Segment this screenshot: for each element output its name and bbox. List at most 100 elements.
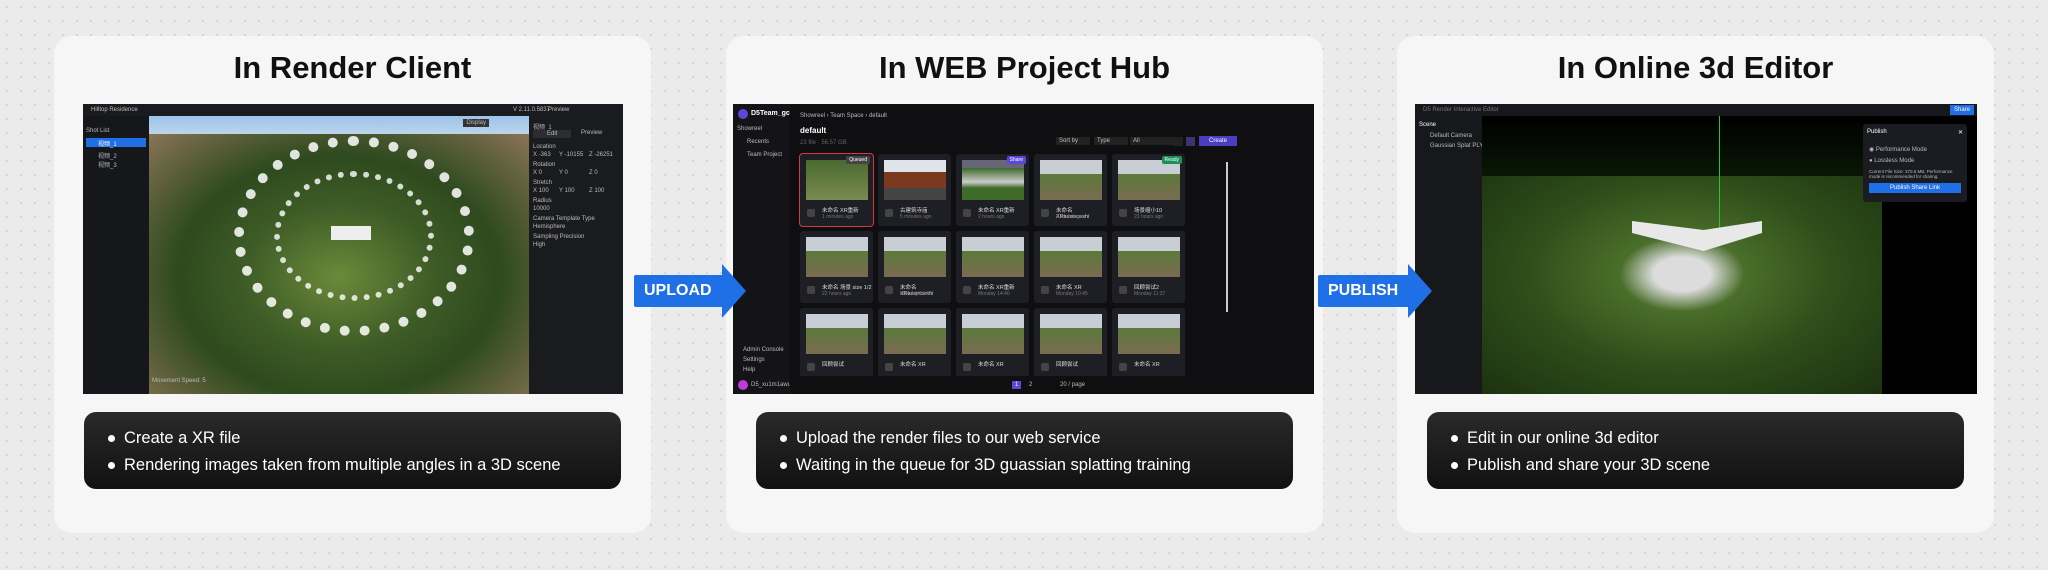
project-card[interactable]: 未命名 XRtuixinceshi 4 hours ago (1034, 154, 1107, 226)
list-view-icon[interactable] (1174, 137, 1183, 146)
card-time: 5 minutes ago (900, 214, 932, 220)
project-icon (1119, 286, 1127, 294)
sidebar-item-team-project[interactable]: Team Project (747, 152, 782, 158)
bullet: Publish and share your 3D scene (1451, 452, 1964, 479)
upload-label: UPLOAD (634, 275, 722, 307)
shot-item[interactable]: 视频_3 (98, 160, 117, 169)
project-card[interactable]: 未命名 XR重新 1 minutes ago Queued (799, 153, 874, 227)
sort-select[interactable]: Sort by (1056, 137, 1091, 145)
status-badge: Share (1006, 156, 1026, 164)
main: Showreel › Team Space › default default … (790, 104, 1314, 394)
bullet: Edit in our online 3d editor (1451, 425, 1964, 452)
bullet: Waiting in the queue for 3D guassian spl… (780, 452, 1293, 479)
project-icon (963, 209, 971, 217)
thumbnail (806, 160, 868, 200)
project-icon (885, 363, 893, 371)
project-card[interactable]: 场景缩小10 23 hours ago Ready (1112, 154, 1185, 226)
close-icon[interactable]: ✕ (1958, 129, 1963, 136)
page-2[interactable]: 2 (1029, 382, 1032, 388)
project-card[interactable]: 未命名 XRtuixinceshi Monday 10:06 (878, 231, 951, 303)
share-button[interactable]: Share (1949, 105, 1974, 115)
radius-input[interactable]: 10000 (533, 206, 550, 212)
card-name: 回顾尝试 (1056, 362, 1079, 368)
shot-item[interactable]: 视频_2 (98, 151, 117, 160)
project-icon (885, 286, 893, 294)
create-button[interactable]: Create (1199, 136, 1238, 146)
page-1[interactable]: 1 (1012, 381, 1022, 389)
thumbnail (806, 237, 868, 277)
panel-web-hub: In WEB Project Hub D5Team_gc... Showreel… (726, 36, 1323, 533)
project-card[interactable]: 未命名 XR (956, 308, 1029, 380)
project-card[interactable]: 未命名 XR重新 2 hours ago Share (956, 154, 1029, 226)
grid-view-icon[interactable] (1186, 137, 1195, 146)
publish-share-link-button[interactable]: Publish Share Link (1869, 183, 1961, 193)
project-icon (1119, 363, 1127, 371)
bullet: Create a XR file (108, 425, 621, 452)
type-select[interactable]: Type (1094, 137, 1129, 145)
card-time: 4 hours ago (1056, 214, 1083, 220)
sidebar-item-recents[interactable]: Recents (747, 139, 769, 145)
project-icon (807, 286, 815, 294)
card-time: 23 hours ago (1134, 214, 1164, 220)
card-name: 未命名 XR重新 (822, 208, 859, 214)
sidebar-item-help[interactable]: Help (743, 367, 755, 373)
caption-box: Create a XR file Rendering images taken … (84, 412, 621, 489)
precision-select[interactable]: High (533, 242, 545, 248)
card-name: 未命名 XR (978, 362, 1004, 368)
display-dropdown[interactable]: Display (463, 119, 489, 127)
publish-label: PUBLISH (1318, 275, 1409, 307)
thumbnail (1040, 160, 1102, 200)
properties-panel: 视频_1 Edit Preview Location X -363 Y -1015… (529, 116, 623, 394)
radio-performance[interactable]: ◉ Performance Mode (1869, 146, 1927, 153)
tab-edit[interactable]: Edit (533, 130, 572, 138)
panel-online-editor: In Online 3d Editor D5 Render Interactiv… (1397, 36, 1994, 533)
page-title: default (800, 126, 827, 135)
project-card[interactable]: 回顾尝试 (800, 308, 873, 380)
project-card[interactable]: 未命名 XR (1112, 308, 1185, 380)
editor-screenshot: D5 Render Interactive Editor Share Scene… (1415, 104, 1977, 394)
project-icon (963, 286, 971, 294)
radio-lossless[interactable]: ● Lossless Mode (1869, 158, 1914, 164)
viewport[interactable]: Display Movement Speed: 5 (149, 116, 529, 394)
thumbnail (1040, 237, 1102, 277)
project-card[interactable]: 古建筑寺庙 5 minutes ago (878, 154, 951, 226)
project-card[interactable]: 未命名 XR重新 Monday 14:40 (956, 231, 1029, 303)
tab-preview[interactable]: Preview (581, 130, 602, 136)
team-name[interactable]: D5Team_gc... (751, 110, 796, 117)
avatar[interactable] (738, 380, 748, 390)
card-time: 2 hours ago (978, 214, 1005, 220)
scene-item-camera[interactable]: Default Camera (1430, 133, 1472, 139)
card-time: Monday 10:06 (900, 291, 932, 297)
web-hub-screenshot: D5Team_gc... Showreel Recents Team Proje… (733, 104, 1314, 394)
filter-select[interactable]: All (1130, 137, 1176, 145)
project-card[interactable]: 未命名 XR (878, 308, 951, 380)
project-card[interactable]: 回顾尝试2 Monday 11:37 (1112, 231, 1185, 303)
card-name: 回顾尝试 (822, 362, 845, 368)
project-card[interactable]: 未命名 场景 size 1/2 22 hours ago (800, 231, 873, 303)
template-select[interactable]: Hemisphere (533, 224, 565, 230)
project-icon (1041, 286, 1049, 294)
caption-box: Upload the render files to our web servi… (756, 412, 1293, 489)
preview-button[interactable]: Preview (548, 107, 569, 113)
thumbnail (962, 237, 1024, 277)
shot-item[interactable]: 视频_1 (86, 138, 146, 148)
thumbnail (884, 160, 946, 200)
scrollbar[interactable] (1226, 162, 1228, 312)
file-size-note: Current File Size: 370.5 MB, Performance… (1869, 169, 1953, 179)
publish-arrow: PUBLISH (1318, 264, 1433, 318)
breadcrumb[interactable]: Showreel › Team Space › default (800, 113, 887, 119)
card-time: 22 hours ago (822, 291, 852, 297)
project-card[interactable]: 未命名 XR Monday 10:45 (1034, 231, 1107, 303)
pagination: 1 2 20 / page (790, 376, 1314, 394)
3d-viewport[interactable] (1482, 116, 1882, 394)
panel-title: In Render Client (233, 50, 472, 85)
window-title: Hilltop Residence (91, 107, 138, 113)
card-name: 古建筑寺庙 (900, 208, 928, 214)
project-card[interactable]: 回顾尝试 (1034, 308, 1107, 380)
scene-item-splat[interactable]: Gaussian Splat PLY (1430, 143, 1483, 149)
thumbnail (1118, 160, 1180, 200)
per-page-select[interactable]: 20 / page (1060, 382, 1085, 388)
card-time: Monday 10:45 (1056, 291, 1088, 297)
sidebar-item-admin[interactable]: Admin Console (743, 347, 784, 353)
sidebar-item-settings[interactable]: Settings (743, 357, 765, 363)
